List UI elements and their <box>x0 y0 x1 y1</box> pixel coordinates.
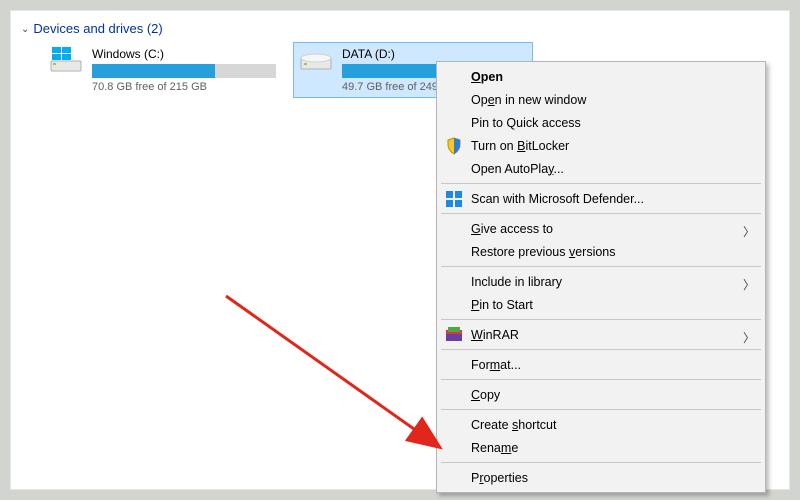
ctx-label: Open AutoPlay... <box>471 162 564 176</box>
drive-label: Windows (C:) <box>92 47 276 64</box>
capacity-bar <box>92 64 276 78</box>
separator <box>441 462 761 463</box>
ctx-give-access[interactable]: Give access to 〉 <box>439 217 763 240</box>
separator <box>441 379 761 380</box>
chevron-down-icon: ⌄ <box>21 24 29 35</box>
ctx-open-new-window[interactable]: Open in new window <box>439 88 763 111</box>
explorer-window: ⌄ Devices and drives (2) Windows (C:) <box>10 10 790 490</box>
shield-icon <box>445 137 463 155</box>
ctx-label: Create shortcut <box>471 418 556 432</box>
ctx-properties[interactable]: Properties <box>439 466 763 489</box>
separator <box>441 349 761 350</box>
capacity-fill <box>92 64 215 78</box>
ctx-bitlocker[interactable]: Turn on BitLocker <box>439 134 763 157</box>
drive-hdd-icon <box>300 47 334 75</box>
submenu-arrow-icon: 〉 <box>743 276 755 293</box>
ctx-label: Turn on BitLocker <box>471 139 569 153</box>
ctx-label: Open in new window <box>471 93 586 107</box>
ctx-label: Rename <box>471 441 518 455</box>
separator <box>441 319 761 320</box>
ctx-restore-versions[interactable]: Restore previous versions <box>439 240 763 263</box>
ctx-include-library[interactable]: Include in library 〉 <box>439 270 763 293</box>
separator <box>441 213 761 214</box>
ctx-winrar[interactable]: WinRAR 〉 <box>439 323 763 346</box>
context-menu: Open Open in new window Pin to Quick acc… <box>436 61 766 493</box>
ctx-copy[interactable]: Copy <box>439 383 763 406</box>
ctx-format[interactable]: Format... <box>439 353 763 376</box>
content-area: ⌄ Devices and drives (2) Windows (C:) <box>11 11 789 98</box>
drive-info: Windows (C:) 70.8 GB free of 215 GB <box>92 47 276 93</box>
ctx-label: Give access to <box>471 222 553 236</box>
ctx-open[interactable]: Open <box>439 65 763 88</box>
separator <box>441 266 761 267</box>
separator <box>441 183 761 184</box>
ctx-defender[interactable]: Scan with Microsoft Defender... <box>439 187 763 210</box>
ctx-rename[interactable]: Rename <box>439 436 763 459</box>
section-header-devices[interactable]: ⌄ Devices and drives (2) <box>21 17 781 42</box>
ctx-autoplay[interactable]: Open AutoPlay... <box>439 157 763 180</box>
ctx-label: Pin to Start <box>471 298 533 312</box>
winrar-icon <box>445 326 463 344</box>
ctx-pin-start[interactable]: Pin to Start <box>439 293 763 316</box>
ctx-label: Properties <box>471 471 528 485</box>
drive-os-icon <box>50 47 84 75</box>
ctx-create-shortcut[interactable]: Create shortcut <box>439 413 763 436</box>
section-title: Devices and drives (2) <box>33 21 162 36</box>
defender-icon <box>445 190 463 208</box>
ctx-label: Restore previous versions <box>471 245 616 259</box>
ctx-pin-quick-access[interactable]: Pin to Quick access <box>439 111 763 134</box>
ctx-label: Pin to Quick access <box>471 116 581 130</box>
ctx-label: Scan with Microsoft Defender... <box>471 192 644 206</box>
submenu-arrow-icon: 〉 <box>743 223 755 240</box>
drive-windows-c[interactable]: Windows (C:) 70.8 GB free of 215 GB <box>43 42 283 98</box>
ctx-label: WinRAR <box>471 328 519 342</box>
ctx-label: Copy <box>471 388 500 402</box>
ctx-label: Format... <box>471 358 521 372</box>
ctx-label: Include in library <box>471 275 562 289</box>
separator <box>441 409 761 410</box>
submenu-arrow-icon: 〉 <box>743 329 755 346</box>
drive-free-text: 70.8 GB free of 215 GB <box>92 81 276 93</box>
ctx-label: Open <box>471 70 503 84</box>
